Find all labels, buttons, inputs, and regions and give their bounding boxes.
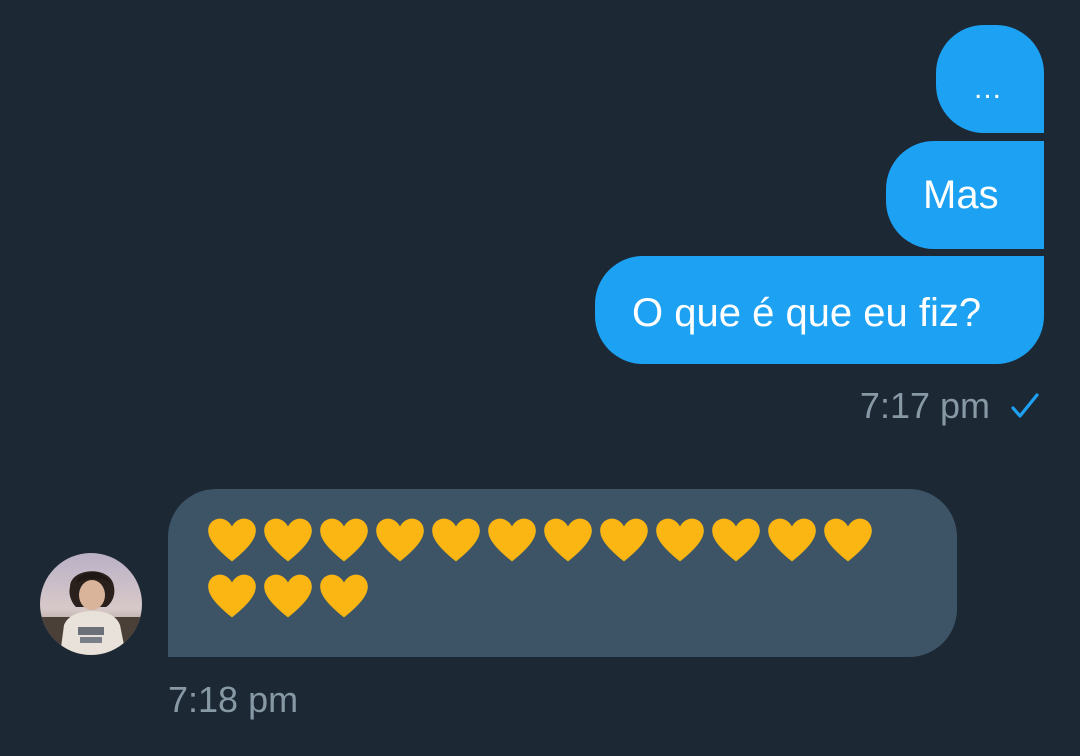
yellow-heart-icon [318,517,370,569]
yellow-heart-icon [206,573,258,625]
message-text: O que é que eu fiz? [632,291,982,335]
message-text: Mas [923,173,999,217]
outgoing-message-bubble[interactable]: ... [936,25,1044,133]
message-text: ... [974,72,1003,105]
yellow-heart-icon [374,517,426,569]
yellow-heart-icon [710,517,762,569]
outgoing-message-bubble[interactable]: O que é que eu fiz? [595,256,1044,364]
emoji-row [206,517,957,573]
yellow-heart-icon [654,517,706,569]
yellow-heart-icon [598,517,650,569]
yellow-heart-icon [262,517,314,569]
yellow-heart-icon [766,517,818,569]
incoming-timestamp: 7:18 pm [168,679,299,720]
yellow-heart-icon [430,517,482,569]
emoji-row [206,573,957,629]
yellow-heart-icon [262,573,314,625]
outgoing-timestamp: 7:17 pm [859,385,990,426]
yellow-heart-icon [542,517,594,569]
yellow-heart-icon [486,517,538,569]
yellow-heart-icon [822,517,874,569]
avatar[interactable] [40,553,142,655]
yellow-heart-icon [206,517,258,569]
outgoing-message-bubble[interactable]: Mas [886,141,1044,249]
yellow-heart-icon [318,573,370,625]
check-icon [1011,393,1039,418]
incoming-message-bubble[interactable] [168,489,957,657]
